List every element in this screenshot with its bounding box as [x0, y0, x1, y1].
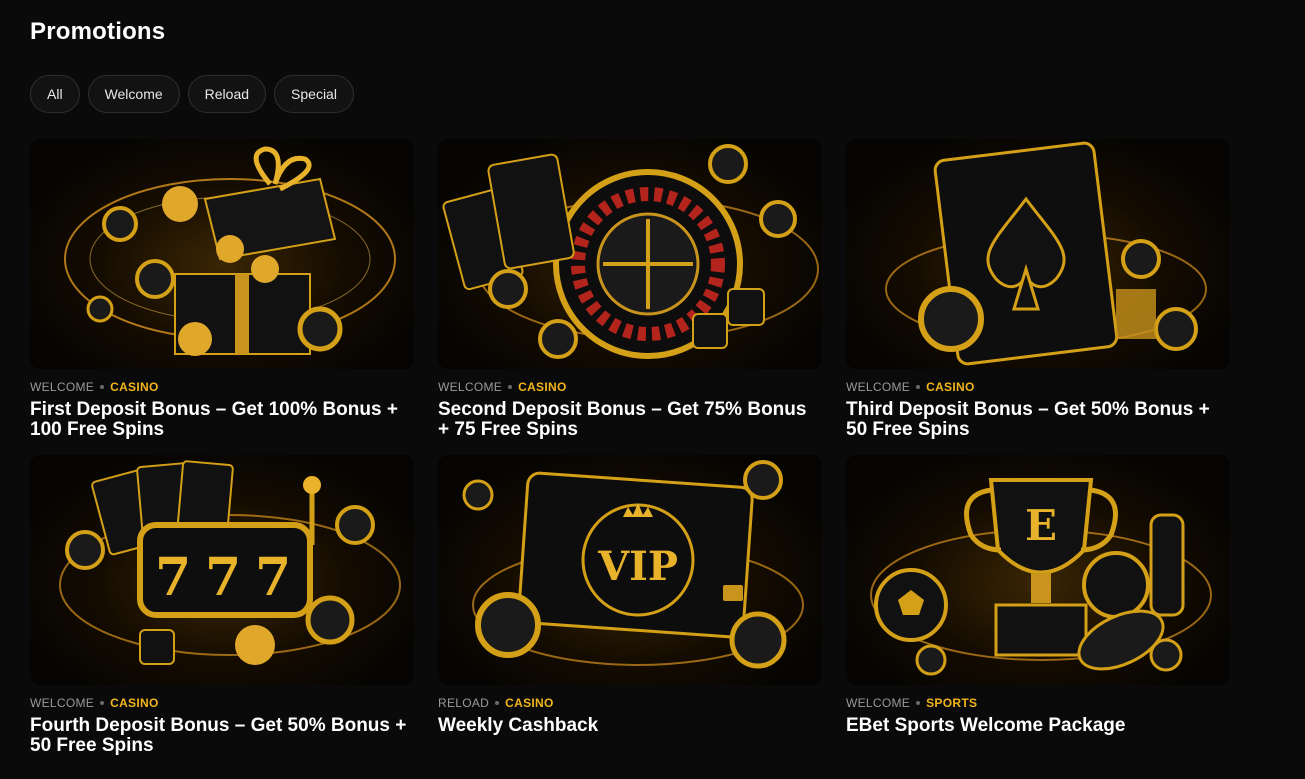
- promo-title[interactable]: Second Deposit Bonus – Get 75% Bonus + 7…: [438, 400, 822, 440]
- gift-box-coins-icon: [64, 146, 396, 356]
- filter-reload[interactable]: Reload: [187, 75, 267, 113]
- trophy-letter: E: [1025, 501, 1057, 550]
- filter-special[interactable]: Special: [274, 75, 354, 113]
- promo-image[interactable]: [846, 139, 1230, 369]
- promo-image[interactable]: E: [846, 455, 1230, 685]
- promo-category: CASINO: [926, 380, 975, 394]
- promo-meta: RELOAD CASINO: [438, 696, 822, 710]
- filter-bar: All Welcome Reload Special: [30, 75, 354, 113]
- svg-text:7: 7: [205, 547, 241, 608]
- promo-image[interactable]: [30, 139, 414, 369]
- promo-meta: WELCOME CASINO: [30, 380, 414, 394]
- promo-type: WELCOME: [30, 696, 95, 710]
- svg-text:7: 7: [155, 547, 191, 608]
- promotions-grid: WELCOME CASINO First Deposit Bonus – Get…: [30, 139, 1230, 771]
- filter-all[interactable]: All: [30, 75, 80, 113]
- promo-category: SPORTS: [926, 696, 978, 710]
- promo-category: CASINO: [110, 696, 159, 710]
- promo-type: WELCOME: [846, 380, 911, 394]
- promo-type: RELOAD: [438, 696, 490, 710]
- separator-dot: [916, 385, 921, 389]
- promo-meta: WELCOME CASINO: [30, 696, 414, 710]
- separator-dot: [100, 385, 105, 389]
- promo-meta: WELCOME CASINO: [846, 380, 1230, 394]
- roulette-wheel-cards-icon: [442, 144, 819, 359]
- promo-image[interactable]: 7 7 7: [30, 455, 414, 685]
- promo-card-fourth-deposit[interactable]: 7 7 7 WELCOME CASINO Fourth Deposit Bonu…: [30, 455, 414, 771]
- promo-meta: WELCOME CASINO: [438, 380, 822, 394]
- vip-label: VIP: [597, 543, 678, 590]
- svg-text:7: 7: [255, 547, 291, 608]
- promo-title[interactable]: Fourth Deposit Bonus – Get 50% Bonus + 5…: [30, 716, 414, 756]
- separator-dot: [100, 701, 105, 705]
- promo-card-first-deposit[interactable]: WELCOME CASINO First Deposit Bonus – Get…: [30, 139, 414, 455]
- promo-image[interactable]: [438, 139, 822, 369]
- promo-card-ebet-sports[interactable]: E WELCOME SPORTS EBet Sports Welcome Pac…: [846, 455, 1230, 771]
- promo-image[interactable]: VIP: [438, 455, 822, 685]
- promo-title[interactable]: First Deposit Bonus – Get 100% Bonus + 1…: [30, 400, 414, 440]
- page-title: Promotions: [30, 18, 166, 45]
- promo-meta: WELCOME SPORTS: [846, 696, 1230, 710]
- trophy-sports-balls-icon: E: [870, 478, 1212, 676]
- promo-category: CASINO: [505, 696, 554, 710]
- promo-title[interactable]: EBet Sports Welcome Package: [846, 716, 1230, 736]
- slot-machine-777-icon: 7 7 7: [59, 460, 401, 665]
- separator-dot: [508, 385, 513, 389]
- promo-type: WELCOME: [846, 696, 911, 710]
- filter-welcome[interactable]: Welcome: [87, 75, 180, 113]
- promo-type: WELCOME: [438, 380, 503, 394]
- vip-card-icon: VIP: [462, 460, 804, 669]
- promo-card-weekly-cashback[interactable]: VIP RELOAD CASINO Weekly Cashback: [438, 455, 822, 771]
- separator-dot: [916, 701, 921, 705]
- promo-title[interactable]: Third Deposit Bonus – Get 50% Bonus + 50…: [846, 400, 1230, 440]
- promo-title[interactable]: Weekly Cashback: [438, 716, 822, 736]
- promo-type: WELCOME: [30, 380, 95, 394]
- ace-of-spades-icon: [885, 141, 1207, 366]
- promo-category: CASINO: [518, 380, 567, 394]
- promo-card-third-deposit[interactable]: WELCOME CASINO Third Deposit Bonus – Get…: [846, 139, 1230, 455]
- promo-card-second-deposit[interactable]: WELCOME CASINO Second Deposit Bonus – Ge…: [438, 139, 822, 455]
- promo-category: CASINO: [110, 380, 159, 394]
- separator-dot: [495, 701, 500, 705]
